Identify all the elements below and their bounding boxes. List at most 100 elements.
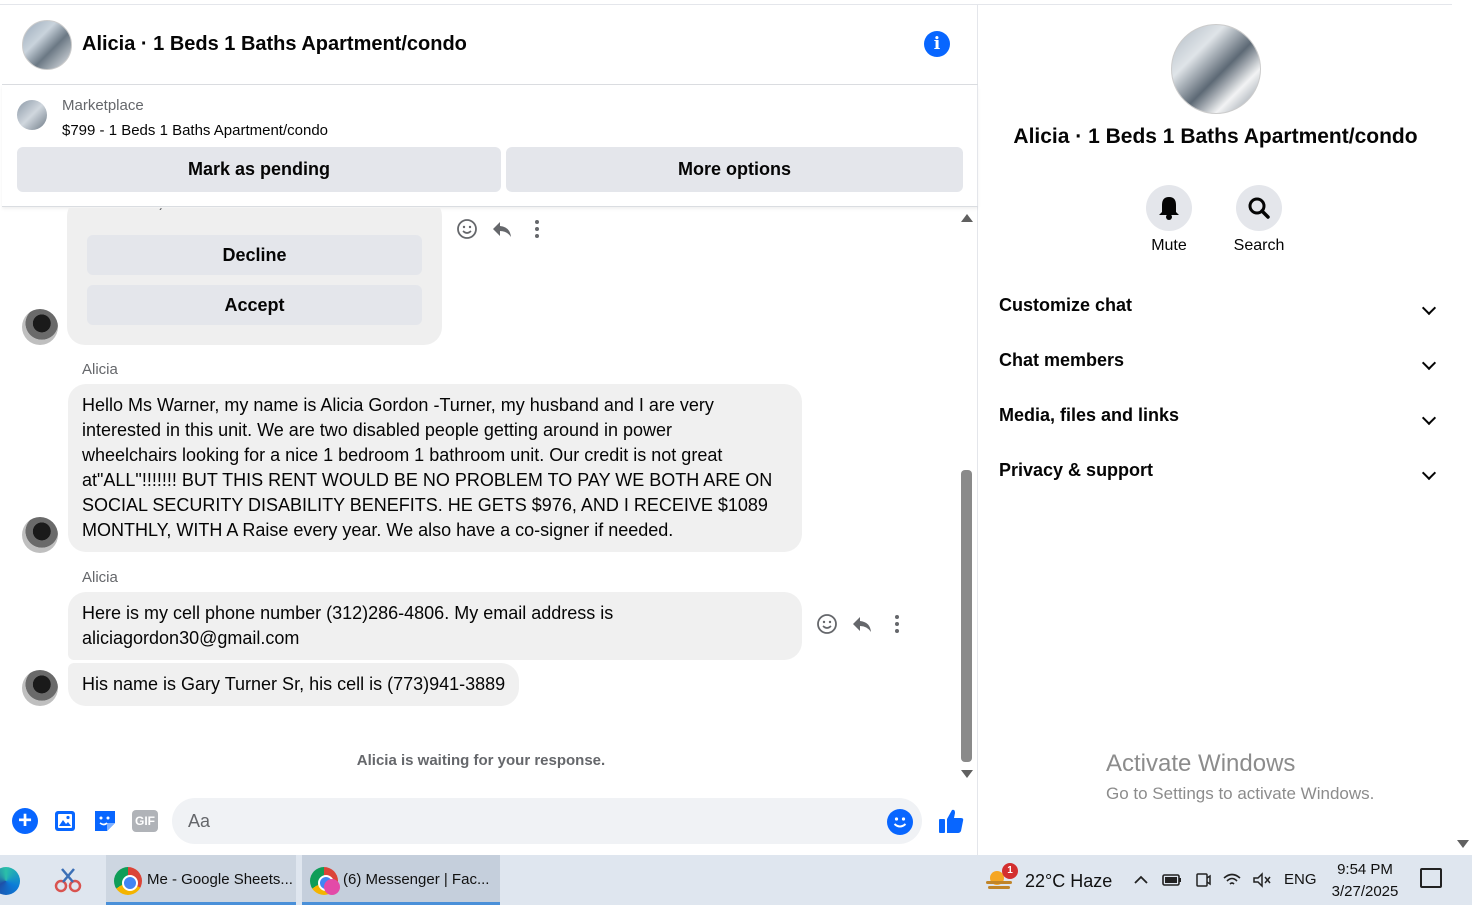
search-label: Search xyxy=(1233,237,1285,254)
edge-icon xyxy=(0,867,20,895)
clock-date[interactable]: 3/27/2025 xyxy=(1320,883,1410,900)
scroll-down-arrow[interactable] xyxy=(961,770,973,778)
section-label: Privacy & support xyxy=(999,460,1154,480)
section-label: Chat members xyxy=(999,350,1125,370)
listing-avatar[interactable] xyxy=(22,20,72,70)
sender-avatar[interactable] xyxy=(22,309,58,345)
buyer-label: buyer xyxy=(142,208,177,210)
profile-badge-icon xyxy=(324,879,340,895)
marketplace-label: Marketplace xyxy=(62,97,144,114)
message-list[interactable]: buyer Decline Accept Alicia Hello Ms War… xyxy=(2,208,978,788)
chat-pane: Alicia · 1 Beds 1 Baths Apartment/condo … xyxy=(2,5,978,855)
search-icon xyxy=(1248,197,1270,219)
window-label: (6) Messenger | Fac... xyxy=(343,871,490,888)
watermark-subtitle: Go to Settings to activate Windows. xyxy=(1106,784,1375,803)
offer-card: buyer Decline Accept xyxy=(67,208,442,345)
meet-now-icon[interactable] xyxy=(1194,871,1212,889)
section-label: Customize chat xyxy=(999,295,1133,315)
page-scrollbar[interactable] xyxy=(1452,0,1472,855)
message-line: at"ALL"!!!!!!! BUT THIS RENT WOULD BE NO… xyxy=(82,470,773,490)
activate-windows-watermark: Activate Windows Go to Settings to activ… xyxy=(1106,750,1374,804)
page-scroll-down-arrow[interactable] xyxy=(1457,840,1469,848)
like-icon[interactable] xyxy=(936,806,966,836)
scissors-icon xyxy=(54,868,82,893)
profile-avatar[interactable] xyxy=(1171,24,1261,114)
photo-icon[interactable] xyxy=(52,808,78,834)
weather-alert-badge: 1 xyxy=(1002,863,1018,879)
scroll-up-arrow[interactable] xyxy=(961,214,973,222)
chat-header: Alicia · 1 Beds 1 Baths Apartment/condo … xyxy=(2,5,978,85)
sender-name: Alicia xyxy=(82,361,118,378)
message-line: MONTHLY, WITH A Raise every year. We als… xyxy=(82,520,674,540)
info-icon[interactable]: i xyxy=(924,31,950,57)
mark-as-pending-button[interactable]: Mark as pending xyxy=(17,147,501,192)
message-bubble[interactable]: Hello Ms Warner, my name is Alicia Gordo… xyxy=(68,384,802,552)
message-actions xyxy=(814,613,914,639)
section-privacy-support[interactable]: Privacy & support xyxy=(999,460,1437,490)
chevron-down-icon xyxy=(1421,465,1437,481)
chat-info-pane: Alicia · 1 Beds 1 Baths Apartment/condo … xyxy=(979,5,1452,855)
message-line: wheelchairs looking for a nice 1 bedroom… xyxy=(82,445,723,465)
section-media-files-links[interactable]: Media, files and links xyxy=(999,405,1437,435)
notification-center-icon[interactable] xyxy=(1420,868,1442,888)
react-icon[interactable] xyxy=(814,613,840,639)
section-chat-members[interactable]: Chat members xyxy=(999,350,1437,380)
reply-icon[interactable] xyxy=(849,613,875,639)
clock-time[interactable]: 9:54 PM xyxy=(1330,861,1400,878)
sender-avatar[interactable] xyxy=(22,517,58,553)
language-indicator[interactable]: ENG xyxy=(1284,871,1317,888)
info-title: Alicia · 1 Beds 1 Baths Apartment/condo xyxy=(1013,125,1418,148)
accept-button[interactable]: Accept xyxy=(87,285,422,325)
chevron-down-icon xyxy=(1421,300,1437,316)
taskbar-window-google-sheets[interactable]: Me - Google Sheets... xyxy=(106,855,296,905)
gif-icon[interactable]: GIF xyxy=(132,810,158,832)
chevron-up-icon[interactable] xyxy=(1132,871,1150,889)
message-line: SOCIAL SECURITY DISABILITY BENEFITS. HE … xyxy=(82,495,768,515)
battery-icon[interactable] xyxy=(1162,871,1181,889)
wifi-icon[interactable] xyxy=(1222,871,1241,889)
more-options-button[interactable]: More options xyxy=(506,147,963,192)
emoji-icon[interactable] xyxy=(887,809,913,835)
window-label: Me - Google Sheets... xyxy=(147,871,293,888)
chevron-down-icon xyxy=(1421,355,1437,371)
chevron-down-icon xyxy=(1421,410,1437,426)
decline-button[interactable]: Decline xyxy=(87,235,422,275)
listing-thumbnail[interactable] xyxy=(17,100,47,130)
scrollbar-thumb[interactable] xyxy=(961,470,972,762)
section-customize-chat[interactable]: Customize chat xyxy=(999,295,1437,325)
message-bubble[interactable]: His name is Gary Turner Sr, his cell is … xyxy=(68,663,520,706)
weather-text[interactable]: 22°C Haze xyxy=(1025,871,1112,892)
react-icon[interactable] xyxy=(454,218,480,244)
sender-avatar[interactable] xyxy=(22,670,58,706)
section-label: Media, files and links xyxy=(999,405,1180,425)
plus-icon[interactable]: + xyxy=(12,808,38,834)
mute-label: Mute xyxy=(1151,237,1187,254)
chat-title[interactable]: Alicia · 1 Beds 1 Baths Apartment/condo xyxy=(82,33,467,56)
message-line: interested in this unit. We are two disa… xyxy=(82,420,673,440)
message-line: Hello Ms Warner, my name is Alicia Gordo… xyxy=(82,395,714,415)
message-actions xyxy=(454,218,554,244)
composer: + GIF xyxy=(2,788,978,855)
watermark-title: Activate Windows xyxy=(1106,750,1296,777)
sender-name: Alicia xyxy=(82,569,118,586)
message-line: Here is my cell phone number (312)286-48… xyxy=(82,603,614,623)
message-line: aliciagordon30@gmail.com xyxy=(82,628,300,648)
volume-muted-icon[interactable] xyxy=(1252,871,1271,889)
chrome-icon xyxy=(114,867,142,895)
message-bubble[interactable]: Here is my cell phone number (312)286-48… xyxy=(68,592,802,660)
reply-icon[interactable] xyxy=(489,218,515,244)
taskbar-window-messenger[interactable]: (6) Messenger | Fac... xyxy=(302,855,500,905)
bell-icon xyxy=(1159,197,1179,220)
search-button[interactable] xyxy=(1236,185,1282,231)
listing-price-title[interactable]: $799 - 1 Beds 1 Baths Apartment/condo xyxy=(62,122,328,139)
messenger-window: Alicia · 1 Beds 1 Baths Apartment/condo … xyxy=(0,0,1472,905)
edge-taskbar-icon[interactable] xyxy=(0,855,24,905)
message-input[interactable] xyxy=(172,798,922,844)
marketplace-bar: Marketplace $799 - 1 Beds 1 Baths Apartm… xyxy=(2,85,978,207)
sticker-icon[interactable] xyxy=(92,808,118,834)
more-icon[interactable] xyxy=(524,218,550,244)
snipping-tool-taskbar-icon[interactable] xyxy=(50,855,90,905)
more-icon[interactable] xyxy=(884,613,910,639)
message-line: His name is Gary Turner Sr, his cell is … xyxy=(82,674,506,694)
mute-button[interactable] xyxy=(1146,185,1192,231)
